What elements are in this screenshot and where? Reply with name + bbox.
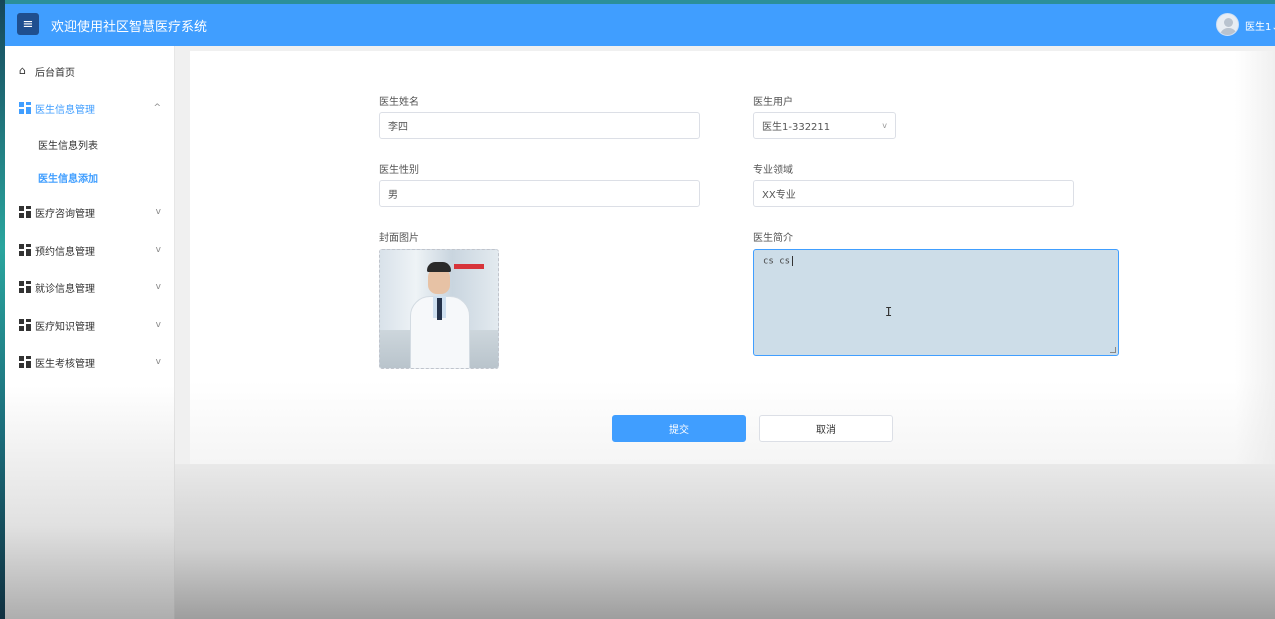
sidebar-item-visit[interactable]: 就诊信息管理 v [5, 272, 175, 302]
photo-exit-sign [454, 264, 484, 269]
intro-value: cs cs [763, 256, 791, 267]
doctor-user-label: 医生用户 [753, 97, 793, 108]
grid-icon [19, 102, 31, 114]
chevron-down-icon: v [155, 245, 161, 255]
hamburger-icon: ≡ [22, 16, 34, 32]
grid-icon [19, 244, 31, 256]
photo-doctor-hair [427, 262, 451, 272]
specialty-input[interactable]: XX专业 [753, 180, 1074, 207]
submit-label: 提交 [669, 425, 689, 436]
sidebar-subitem-doctor-list[interactable]: 医生信息列表 [5, 130, 175, 158]
cover-image-upload[interactable] [379, 249, 499, 369]
specialty-value: XX专业 [762, 190, 796, 201]
form-card: 医生姓名 李四 医生用户 医生1-332211 v 医生性别 男 专业领域 XX… [190, 51, 1275, 464]
sidebar-item-consult[interactable]: 医疗咨询管理 v [5, 197, 175, 227]
chevron-down-icon: v [155, 357, 161, 367]
doctor-user-value: 医生1-332211 [762, 122, 831, 133]
sidebar: ⌂ 后台首页 医生信息管理 ^ 医生信息列表 医生信息添加 医疗咨询管理 v 预… [5, 46, 175, 619]
sidebar-item-label: 医生考核管理 [35, 358, 95, 370]
home-icon: ⌂ [19, 64, 26, 77]
menu-toggle-button[interactable]: ≡ [17, 13, 39, 35]
intro-textarea[interactable]: cs cs [753, 249, 1119, 356]
doctor-gender-value: 男 [388, 190, 398, 201]
chevron-up-icon: ^ [153, 103, 161, 113]
sidebar-item-appointment[interactable]: 预约信息管理 v [5, 235, 175, 265]
text-caret [792, 256, 794, 266]
main-content: 医生姓名 李四 医生用户 医生1-332211 v 医生性别 男 专业领域 XX… [175, 46, 1275, 619]
intro-label: 医生简介 [753, 233, 793, 244]
doctor-gender-label: 医生性别 [379, 165, 419, 176]
sidebar-subitem-label: 医生信息列表 [38, 140, 98, 152]
user-menu[interactable]: 医生1⌄ [1245, 18, 1275, 33]
chevron-down-icon: v [155, 282, 161, 292]
chevron-down-icon: v [882, 121, 887, 130]
sidebar-subitem-doctor-add[interactable]: 医生信息添加 [5, 163, 175, 191]
chevron-down-icon: v [155, 207, 161, 217]
grid-icon [19, 319, 31, 331]
app-window: ≡ 欢迎使用社区智慧医疗系统 医生1⌄ ⌂ 后台首页 医生信息管理 ^ 医生信息… [5, 4, 1275, 619]
app-title: 欢迎使用社区智慧医疗系统 [51, 20, 208, 35]
grid-icon [19, 281, 31, 293]
sidebar-shadow [5, 386, 175, 619]
sidebar-item-label: 医生信息管理 [35, 104, 95, 116]
grid-icon [19, 206, 31, 218]
sidebar-item-label: 就诊信息管理 [35, 283, 95, 295]
cover-image-label: 封面图片 [379, 233, 419, 244]
doctor-name-label: 医生姓名 [379, 97, 419, 108]
sidebar-item-assessment[interactable]: 医生考核管理 v [5, 347, 175, 377]
avatar-body [1220, 28, 1237, 35]
chevron-down-icon: v [155, 320, 161, 330]
sidebar-item-doctor-info[interactable]: 医生信息管理 ^ [5, 93, 175, 123]
sidebar-item-label: 医疗咨询管理 [35, 208, 95, 220]
card-edge-shadow [1235, 51, 1275, 464]
doctor-name-value: 李四 [388, 122, 408, 133]
doctor-name-input[interactable]: 李四 [379, 112, 700, 139]
sidebar-item-knowledge[interactable]: 医疗知识管理 v [5, 310, 175, 340]
sidebar-item-home[interactable]: ⌂ 后台首页 [5, 56, 175, 86]
sidebar-item-label: 医疗知识管理 [35, 321, 95, 333]
specialty-label: 专业领域 [753, 165, 793, 176]
chevron-down-icon: ⌄ [1271, 22, 1275, 33]
cancel-label: 取消 [816, 425, 836, 436]
resize-handle[interactable] [1110, 347, 1116, 353]
user-name: 医生1 [1245, 22, 1272, 33]
top-header: ≡ 欢迎使用社区智慧医疗系统 医生1⌄ [5, 4, 1275, 46]
submit-button[interactable]: 提交 [612, 415, 746, 442]
main-shadow [175, 464, 1275, 619]
grid-icon [19, 356, 31, 368]
photo-doctor-tie [437, 298, 442, 320]
ibeam-cursor-icon: I [885, 305, 893, 319]
sidebar-item-label: 预约信息管理 [35, 246, 95, 258]
avatar-head [1224, 18, 1233, 27]
sidebar-item-label: 后台首页 [35, 67, 75, 79]
avatar[interactable] [1216, 13, 1239, 36]
doctor-gender-input[interactable]: 男 [379, 180, 700, 207]
doctor-user-select[interactable]: 医生1-332211 v [753, 112, 896, 139]
cancel-button[interactable]: 取消 [759, 415, 893, 442]
sidebar-subitem-label: 医生信息添加 [38, 173, 98, 185]
